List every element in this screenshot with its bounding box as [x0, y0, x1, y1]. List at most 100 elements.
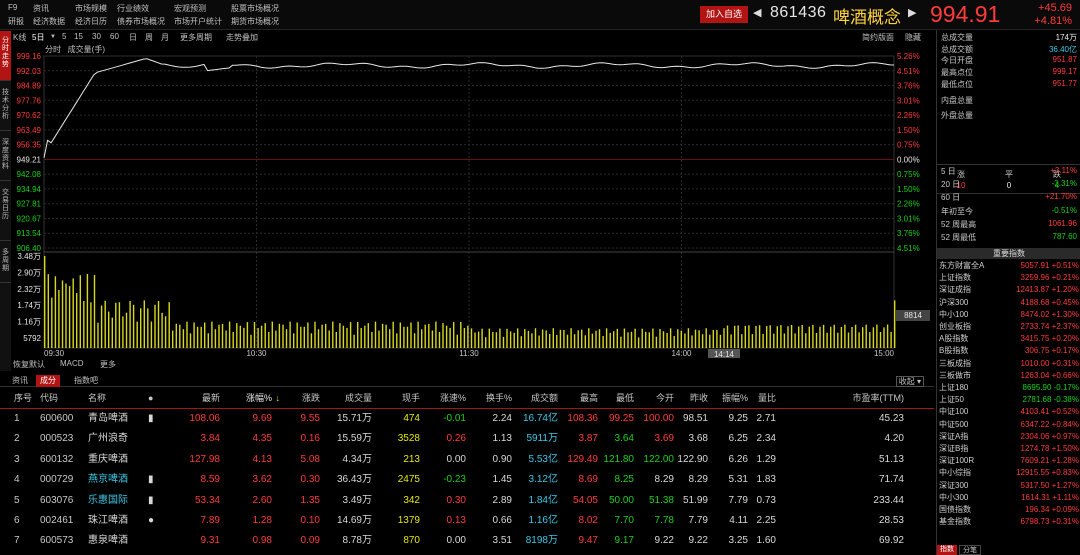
tab-index-forum[interactable]: 指数吧 — [70, 375, 102, 387]
table-row[interactable]: 2 000523 广州浪奇 3.84 4.35 0.16 15.59万 3528 0.26 1.1… — [0, 430, 934, 450]
index-row[interactable]: 深证B指 1274.78 +1.50% — [939, 444, 1079, 455]
menu-econ-data[interactable]: 经济数据 — [33, 16, 65, 27]
tb-month[interactable]: 月 — [161, 32, 169, 43]
volume-bar — [196, 326, 199, 348]
volume-bar — [613, 331, 615, 348]
tab-components[interactable]: 成分 — [36, 375, 60, 387]
volume-bar — [90, 302, 92, 348]
tb-day[interactable]: 日 — [129, 32, 137, 43]
index-row[interactable]: 中证500 6347.22 +0.84% — [939, 420, 1079, 431]
menu-news[interactable]: 资讯 — [33, 3, 49, 14]
volume-bar — [218, 324, 220, 348]
volume-bar — [826, 332, 828, 348]
menu-account-stats[interactable]: 市场开户统计 — [174, 16, 222, 27]
index-row[interactable]: 中小100 8474.02 +1.30% — [939, 310, 1079, 321]
index-row[interactable]: B股指数 306.75 +0.17% — [939, 346, 1079, 357]
tb-more-periods[interactable]: 更多周期 — [180, 32, 212, 43]
tab-news[interactable]: 资讯 — [8, 375, 32, 387]
prev-arrow-icon[interactable]: ◀ — [753, 6, 761, 19]
next-arrow-icon[interactable]: ▶ — [908, 6, 916, 19]
y-axis-right: 5.26% 4.51% 3.76% 3.01% 2.26% 1.50% 0.75% 0.00%… — [897, 52, 920, 253]
cell-13: 3.64 — [614, 433, 634, 445]
volume-bar — [837, 332, 839, 348]
f9-label[interactable]: F9 — [8, 3, 17, 12]
tb-week[interactable]: 周 — [145, 32, 153, 43]
menu-industry[interactable]: 行业绩效 — [117, 3, 149, 14]
tab-macd[interactable]: MACD — [60, 359, 84, 368]
table-row[interactable]: 4 000729 燕京啤酒 ▮ 8.59 3.62 0.30 36.43万 2475 -0.23 1… — [0, 471, 934, 491]
cell-1: 000523 — [40, 433, 74, 445]
tb-overlay[interactable]: 走势叠加 — [226, 32, 258, 43]
add-watchlist-button[interactable]: 加入自选 — [700, 6, 748, 23]
table-row[interactable]: 6 002461 珠江啤酒 ● 7.89 1.28 0.10 14.69万 1379 0.13 0.… — [0, 512, 934, 532]
index-row[interactable]: 基金指数 6798.73 +0.31% — [939, 517, 1079, 528]
intraday-chart[interactable]: 999.16 992.03 984.89 977.76 970.62 963.49 956.… — [0, 52, 934, 358]
index-row[interactable]: 中证100 4103.41 +0.52% — [939, 407, 1079, 418]
tb-15min[interactable]: 15 — [74, 32, 83, 41]
menu-research[interactable]: 研报 — [8, 16, 24, 27]
index-row[interactable]: 上证180 8695.90 -0.17% — [939, 383, 1079, 394]
index-row[interactable]: 沪深300 4188.68 +0.45% — [939, 298, 1079, 309]
volume-bar — [378, 330, 380, 348]
tb-kline[interactable]: K线 — [13, 32, 26, 43]
index-row[interactable]: 上证指数 3259.96 +0.21% — [939, 273, 1079, 284]
cell-16: 6.25 — [728, 433, 748, 445]
cell-14: 122.00 — [643, 453, 674, 465]
volume-bar — [339, 323, 341, 348]
right-panel-tabs: 指数 分笔 — [937, 545, 1080, 555]
table-row[interactable]: 5 603076 乐惠国际 ▮ 53.34 2.60 1.35 3.49万 342 0.30 2.8… — [0, 492, 934, 512]
menu-econ-calendar[interactable]: 经济日历 — [75, 16, 107, 27]
tb-60min[interactable]: 60 — [110, 32, 119, 41]
menu-bond-overview[interactable]: 债券市场概况 — [117, 16, 165, 27]
table-row[interactable]: 1 600600 青岛啤酒 ▮ 108.06 9.69 9.55 15.71万 474 -0.01… — [0, 410, 934, 430]
volume-tick: 1.16万 — [17, 318, 41, 327]
menu-futures-overview[interactable]: 期货市场概况 — [231, 16, 279, 27]
volume-bar — [147, 308, 149, 348]
cell-1: 600132 — [40, 453, 74, 465]
tab-ticks[interactable]: 分笔 — [959, 545, 981, 555]
index-row[interactable]: 创业板指 2733.74 +2.37% — [939, 322, 1079, 333]
volume-bar — [659, 328, 661, 348]
collapse-button[interactable]: 收起 ▾ — [895, 376, 924, 387]
chevron-down-icon[interactable]: ▼ — [50, 34, 56, 40]
index-row[interactable]: 中小综指 12915.55 +0.83% — [939, 468, 1079, 479]
th-15: 昨收 — [689, 393, 708, 403]
menu-stock-overview[interactable]: 股票市场概况 — [231, 3, 279, 14]
restore-default-button[interactable]: 恢复默认 — [13, 359, 45, 370]
index-row[interactable]: 中小300 1614.31 +1.11% — [939, 493, 1079, 504]
tab-more[interactable]: 更多 — [100, 359, 116, 370]
table-row[interactable]: 3 600132 重庆啤酒 127.98 4.13 5.08 4.34万 213 0.00 0.9… — [0, 451, 934, 471]
index-row[interactable]: 东方财富全A 5057.91 +0.51% — [939, 261, 1079, 272]
tb-5min[interactable]: 5 — [62, 32, 66, 41]
index-row[interactable]: 上证50 2781.68 -0.38% — [939, 395, 1079, 406]
tab-indices[interactable]: 指数 — [937, 545, 957, 555]
volume-bar — [687, 328, 690, 348]
cell-5: 1.28 — [252, 515, 272, 526]
cell-11: 3.12亿 — [528, 474, 558, 486]
menu-market-size[interactable]: 市场规模 — [75, 3, 107, 14]
simple-layout-button[interactable]: 简约版面 — [862, 32, 894, 43]
volume-bar — [506, 328, 508, 348]
perf-label: 20 日 — [941, 180, 961, 190]
index-name: 沪深300 — [939, 297, 969, 307]
index-value: 196.34 +0.09% — [1024, 505, 1079, 514]
index-row[interactable]: 三板成指 1010.00 +0.31% — [939, 359, 1079, 370]
sort-down-icon[interactable]: ↓ — [276, 389, 281, 407]
index-row[interactable]: A股指数 3415.75 +0.20% — [939, 334, 1079, 345]
cell-13: 9.17 — [614, 535, 634, 547]
tb-30min[interactable]: 30 — [92, 32, 101, 41]
stat-label: 最低点位 — [941, 79, 973, 89]
index-row[interactable]: 深证成指 12413.87 +1.20% — [939, 285, 1079, 296]
hide-button[interactable]: 隐藏 — [905, 32, 921, 43]
volume-bar — [115, 302, 117, 348]
index-row[interactable]: 深证100R 7609.21 +1.28% — [939, 456, 1079, 467]
volume-bar — [392, 321, 394, 348]
index-row[interactable]: 国债指数 196.34 +0.09% — [939, 505, 1079, 516]
index-row[interactable]: 深证A指 2304.06 +0.97% — [939, 432, 1079, 443]
tb-5day[interactable]: 5日 — [32, 32, 44, 43]
table-row[interactable]: 7 600573 惠泉啤酒 9.31 0.98 0.09 8.78万 870 0.00 3.51 8… — [0, 532, 934, 552]
index-row[interactable]: 三板做市 1263.04 +0.66% — [939, 371, 1079, 382]
index-row[interactable]: 深证300 5317.50 +1.27% — [939, 481, 1079, 492]
index-value: 1274.78 +1.50% — [1020, 444, 1080, 453]
menu-macro[interactable]: 宏观预测 — [174, 3, 206, 14]
